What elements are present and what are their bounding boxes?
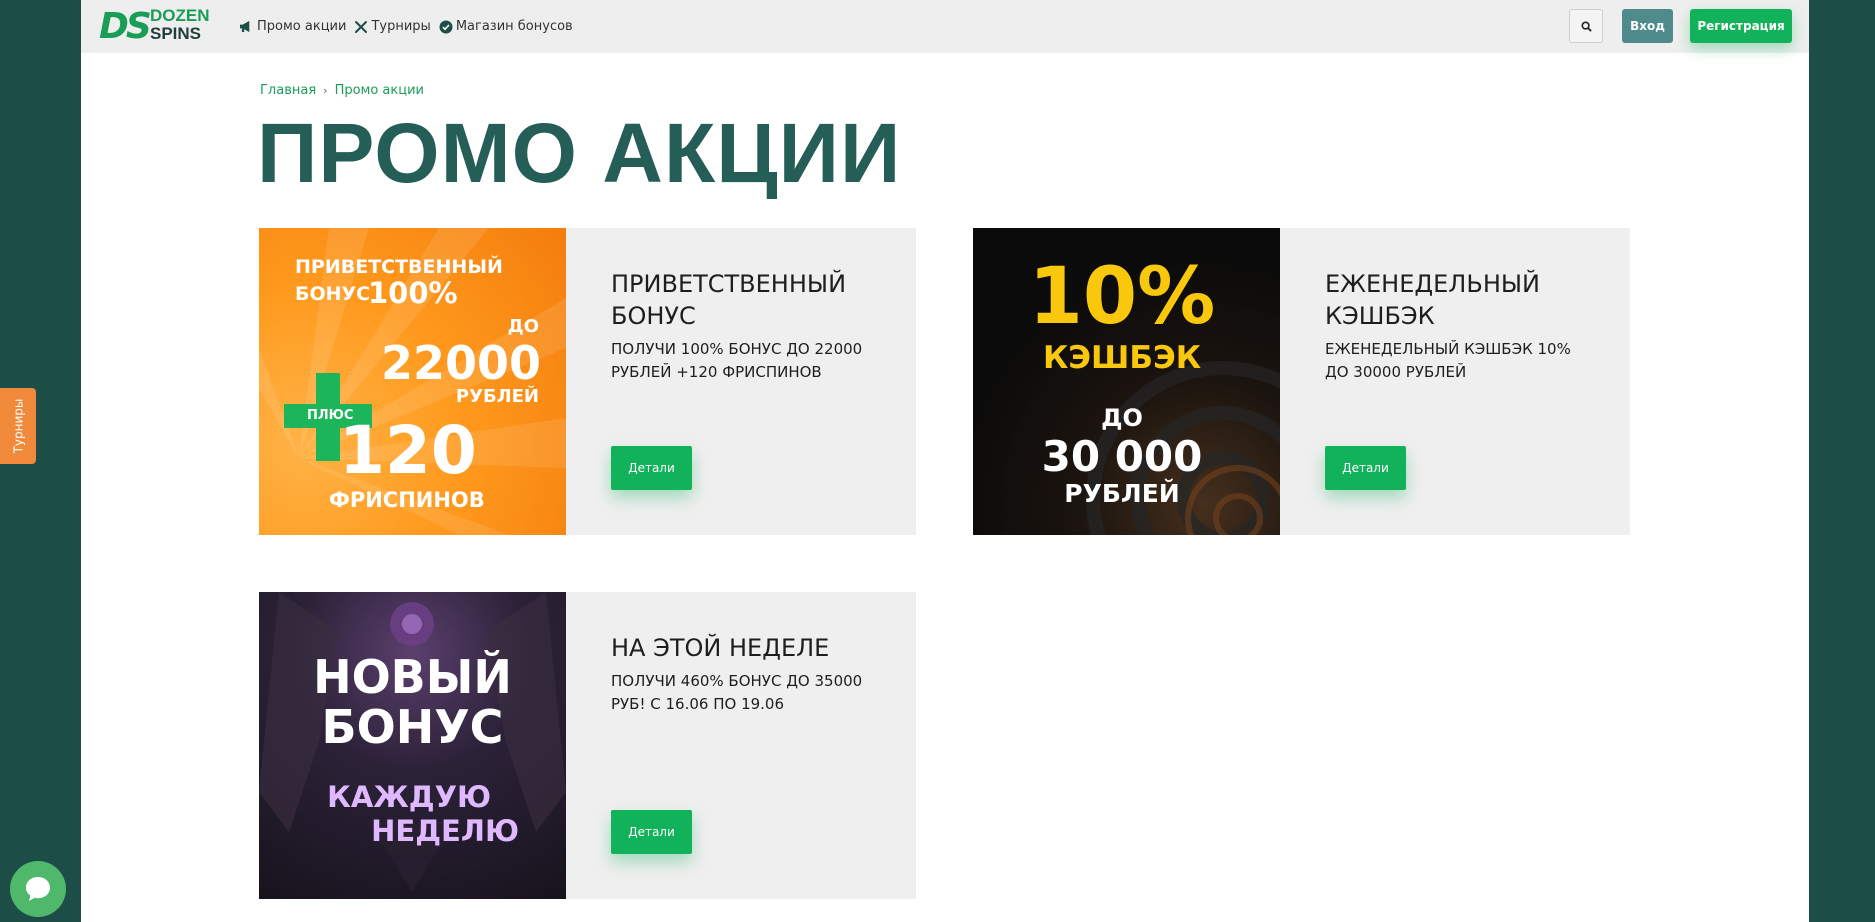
nav-item-bonus-shop[interactable]: Магазин бонусов <box>439 19 573 34</box>
promo-title: ПРИВЕТСТВЕННЫЙ БОНУС <box>611 270 847 330</box>
logo-line-1: DOZEN <box>150 6 210 25</box>
banner-line-4: 30 000 <box>1041 432 1203 481</box>
banner-line-3: ДО <box>507 316 539 337</box>
promo-description: ПОЛУЧИ 100% БОНУС ДО 22000 РУБЛЕЙ +120 Ф… <box>611 340 863 381</box>
banner-line-5: РУБЛЕЙ <box>1064 479 1180 508</box>
chat-bubble-icon <box>26 877 50 901</box>
details-button[interactable]: Детали <box>1325 446 1406 490</box>
main-nav: Промо акции Турниры Магазин бонусов <box>239 0 573 53</box>
banner-line-3: КАЖДУЮ <box>327 780 491 814</box>
banner-line-1: НОВЫЙ <box>313 650 512 704</box>
promo-banner-cashback[interactable]: 10% КЭШБЭК ДО 30 000 РУБЛЕЙ <box>973 228 1280 535</box>
banner-line-2: БОНУС <box>321 700 504 754</box>
banner-line-7: ФРИСПИНОВ <box>329 488 485 512</box>
promo-card-welcome: ПРИВЕТСТВЕННЫЙ БОНУС 100% ДО 22000 РУБЛЕ… <box>259 228 916 535</box>
page-container: DS DOZEN SPINS Промо акции Турниры Магаз… <box>81 0 1809 922</box>
nav-label-tournaments: Турниры <box>371 19 431 34</box>
nav-item-promo[interactable]: Промо акции <box>239 19 346 34</box>
details-button[interactable]: Детали <box>611 810 692 854</box>
side-tab-label: Турниры <box>11 398 26 454</box>
nav-label-bonus-shop: Магазин бонусов <box>455 19 573 34</box>
site-logo[interactable]: DS DOZEN SPINS <box>99 5 210 49</box>
search-button[interactable] <box>1569 9 1603 43</box>
breadcrumb: Главная › Промо акции <box>260 83 424 98</box>
banner-line-2b: 100% <box>368 276 458 310</box>
nav-label-promo: Промо акции <box>257 19 347 34</box>
chat-button[interactable] <box>10 861 66 917</box>
banner-line-2: КЭШБЭК <box>1042 340 1202 376</box>
banner-line-5: РУБЛЕЙ <box>455 386 539 407</box>
top-header: DS DOZEN SPINS Промо акции Турниры Магаз… <box>81 0 1809 53</box>
banner-line-4: НЕДЕЛЮ <box>371 814 519 848</box>
promo-description: ПОЛУЧИ 460% БОНУС ДО 35000 РУБ! С 16.06 … <box>611 672 863 713</box>
register-button[interactable]: Регистрация <box>1690 9 1792 43</box>
crossed-swords-icon <box>355 20 368 33</box>
promo-banner-weekly[interactable]: НОВЫЙ БОНУС КАЖДУЮ НЕДЕЛЮ <box>259 592 566 899</box>
promo-banner-welcome[interactable]: ПРИВЕТСТВЕННЫЙ БОНУС 100% ДО 22000 РУБЛЕ… <box>259 228 566 535</box>
login-button[interactable]: Вход <box>1622 9 1673 43</box>
check-badge-icon <box>439 20 453 33</box>
promo-title: НА ЭТОЙ НЕДЕЛЕ <box>611 634 830 662</box>
side-tab-tournaments[interactable]: Турниры <box>0 388 36 464</box>
banner-line-1: 10% <box>1028 252 1216 342</box>
promo-title: ЕЖЕНЕДЕЛЬНЫЙ КЭШБЭК <box>1325 270 1540 330</box>
logo-line-2: SPINS <box>150 24 202 43</box>
logo-wordmark: DOZEN SPINS <box>150 6 210 43</box>
search-icon <box>1580 20 1592 32</box>
breadcrumb-home-link[interactable]: Главная <box>260 83 316 98</box>
page-title: ПРОМО АКЦИИ <box>257 106 902 200</box>
details-button[interactable]: Детали <box>611 446 692 490</box>
banner-line-4: 22000 <box>380 336 541 390</box>
banner-line-1: ПРИВЕТСТВЕННЫЙ <box>295 256 503 278</box>
chevron-right-icon: › <box>323 84 328 97</box>
logo-mark: DS <box>99 6 152 47</box>
promo-card-weekly: НОВЫЙ БОНУС КАЖДУЮ НЕДЕЛЮ НА ЭТОЙ НЕДЕЛЕ… <box>259 592 916 899</box>
breadcrumb-current-link[interactable]: Промо акции <box>335 83 424 98</box>
banner-line-6: 120 <box>339 412 477 489</box>
banner-line-2a: БОНУС <box>295 283 371 305</box>
promo-card-cashback: 10% КЭШБЭК ДО 30 000 РУБЛЕЙ ЕЖЕНЕДЕЛЬНЫЙ… <box>973 228 1630 535</box>
megaphone-icon <box>240 20 250 33</box>
nav-item-tournaments[interactable]: Турниры <box>354 19 431 34</box>
promo-description: ЕЖЕНЕДЕЛЬНЫЙ КЭШБЭК 10% ДО 30000 РУБЛЕЙ <box>1325 340 1571 381</box>
banner-line-3: ДО <box>1101 404 1143 432</box>
